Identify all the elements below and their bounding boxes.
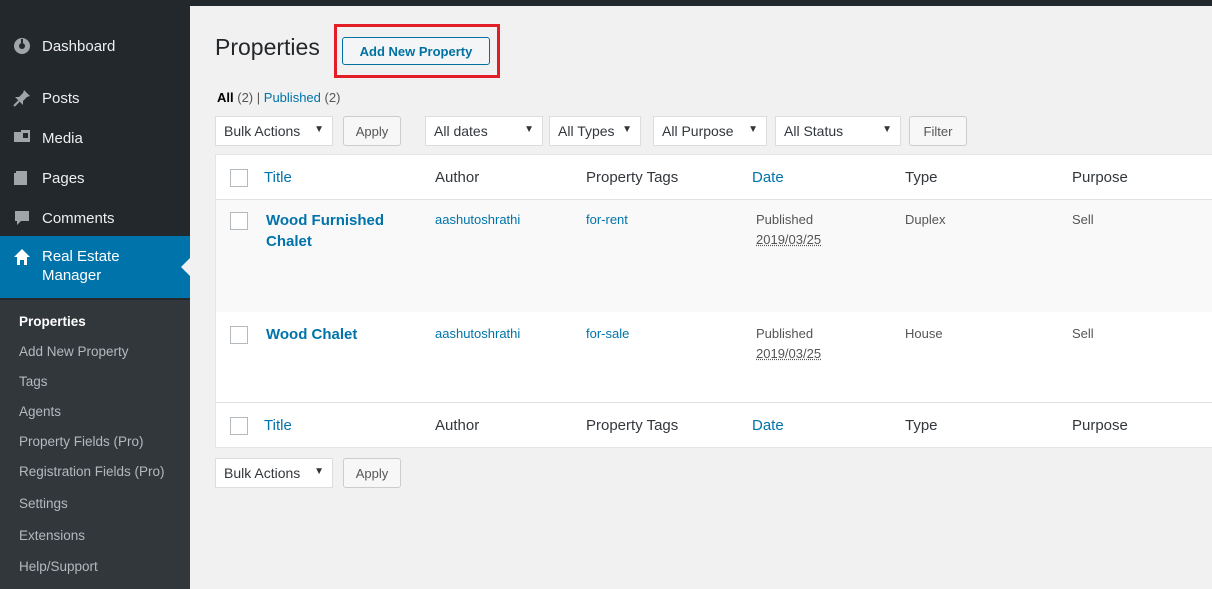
row-author-link[interactable]: aashutoshrathi	[435, 326, 520, 341]
row-date: 2019/03/25	[756, 232, 822, 247]
menu-item-dashboard[interactable]: Dashboard	[0, 26, 190, 66]
dates-label: All dates	[434, 123, 488, 139]
column-date[interactable]: Date	[752, 169, 784, 186]
row-date-status: Published	[756, 326, 814, 341]
pin-icon	[12, 88, 32, 108]
types-select[interactable]: All Types ▼	[549, 116, 641, 146]
menu-item-posts[interactable]: Posts	[0, 78, 190, 118]
menu-label: Media	[42, 129, 83, 147]
submenu-item-property-fields[interactable]: Property Fields (Pro)	[19, 434, 144, 449]
row-tag-link[interactable]: for-rent	[586, 212, 628, 227]
row-checkbox[interactable]	[230, 326, 248, 344]
apply-button-bottom[interactable]: Apply	[343, 458, 401, 488]
pages-icon	[12, 168, 32, 188]
menu-label: Comments	[42, 209, 115, 227]
column-type: Type	[905, 169, 938, 186]
table-row: Wood Furnished Chalet aashutoshrathi for…	[215, 200, 1212, 312]
bulk-actions-select-bottom[interactable]: Bulk Actions ▼	[215, 458, 333, 488]
table-footer: Title Author Property Tags Date Type Pur…	[215, 402, 1212, 448]
menu-item-comments[interactable]: Comments	[0, 198, 190, 238]
view-published[interactable]: Published	[264, 90, 321, 105]
home-icon	[12, 247, 32, 267]
page-title: Properties	[215, 34, 320, 60]
view-separator: |	[256, 90, 261, 105]
filter-button[interactable]: Filter	[909, 116, 967, 146]
select-all-checkbox[interactable]	[230, 169, 248, 187]
submenu-item-settings[interactable]: Settings	[19, 496, 68, 511]
table-header: Title Author Property Tags Date Type Pur…	[215, 154, 1212, 200]
chevron-down-icon: ▼	[314, 124, 324, 135]
row-purpose: Sell	[1072, 326, 1094, 341]
status-select[interactable]: All Status ▼	[775, 116, 901, 146]
submenu-item-add-new-property[interactable]: Add New Property	[19, 344, 129, 359]
view-all-count: (2)	[237, 90, 254, 105]
column-title[interactable]: Title	[264, 169, 292, 186]
column-property-tags: Property Tags	[586, 169, 679, 186]
submenu: Properties Add New Property Tags Agents …	[0, 300, 190, 589]
submenu-item-tags[interactable]: Tags	[19, 374, 48, 389]
menu-label: Real Estate Manager	[42, 248, 120, 284]
menu-label: Posts	[42, 89, 80, 107]
media-icon	[12, 128, 32, 148]
row-type: Duplex	[905, 212, 946, 227]
types-label: All Types	[558, 123, 615, 139]
status-label: All Status	[784, 123, 844, 139]
row-title-link[interactable]: Wood Chalet	[266, 324, 357, 345]
submenu-item-properties[interactable]: Properties	[19, 314, 86, 329]
chevron-down-icon: ▼	[622, 124, 632, 135]
menu-item-pages[interactable]: Pages	[0, 158, 190, 198]
column-author: Author	[435, 169, 480, 186]
chevron-down-icon: ▼	[748, 124, 758, 135]
menu-label: Dashboard	[42, 37, 116, 55]
chevron-down-icon: ▼	[314, 466, 324, 477]
submenu-item-registration-fields[interactable]: Registration Fields (Pro)	[19, 464, 165, 479]
row-type: House	[905, 326, 943, 341]
column-type-footer: Type	[905, 417, 938, 434]
bulk-actions-select-top[interactable]: Bulk Actions ▼	[215, 116, 333, 146]
main-content: Properties Add New Property All (2) | Pu…	[190, 6, 1212, 589]
select-all-checkbox-footer[interactable]	[230, 417, 248, 435]
row-tag-link[interactable]: for-sale	[586, 326, 629, 341]
column-title-footer[interactable]: Title	[264, 417, 292, 434]
comments-icon	[12, 208, 32, 228]
row-purpose: Sell	[1072, 212, 1094, 227]
view-all[interactable]: All	[217, 90, 234, 105]
menu-label: Pages	[42, 169, 85, 187]
row-title-link[interactable]: Wood Furnished Chalet	[266, 210, 406, 252]
view-filters: All (2) | Published (2)	[217, 90, 340, 105]
view-published-count: (2)	[324, 90, 341, 105]
purpose-label: All Purpose	[662, 123, 734, 139]
add-new-property-button[interactable]: Add New Property	[342, 37, 490, 65]
row-author-link[interactable]: aashutoshrathi	[435, 212, 520, 227]
dashboard-icon	[12, 36, 32, 56]
submenu-item-extensions[interactable]: Extensions	[19, 528, 85, 543]
column-author-footer: Author	[435, 417, 480, 434]
column-purpose: Purpose	[1072, 169, 1128, 186]
row-checkbox[interactable]	[230, 212, 248, 230]
row-date: 2019/03/25	[756, 346, 822, 361]
bulk-actions-label: Bulk Actions	[224, 465, 301, 481]
apply-button-top[interactable]: Apply	[343, 116, 401, 146]
admin-sidebar: Dashboard Posts Media Pages Comments Rea…	[0, 6, 190, 589]
column-purpose-footer: Purpose	[1072, 417, 1128, 434]
column-date-footer[interactable]: Date	[752, 417, 784, 434]
bulk-actions-label: Bulk Actions	[224, 123, 301, 139]
row-date-status: Published	[756, 212, 814, 227]
column-property-tags-footer: Property Tags	[586, 417, 679, 434]
active-menu-arrow	[181, 258, 190, 276]
chevron-down-icon: ▼	[882, 124, 892, 135]
chevron-down-icon: ▼	[524, 124, 534, 135]
menu-item-real-estate-manager[interactable]: Real Estate Manager	[0, 236, 190, 298]
dates-select[interactable]: All dates ▼	[425, 116, 543, 146]
table-row: Wood Chalet aashutoshrathi for-sale Publ…	[215, 312, 1212, 402]
purpose-select[interactable]: All Purpose ▼	[653, 116, 767, 146]
submenu-item-help-support[interactable]: Help/Support	[19, 559, 98, 574]
menu-item-media[interactable]: Media	[0, 118, 190, 158]
submenu-item-agents[interactable]: Agents	[19, 404, 61, 419]
